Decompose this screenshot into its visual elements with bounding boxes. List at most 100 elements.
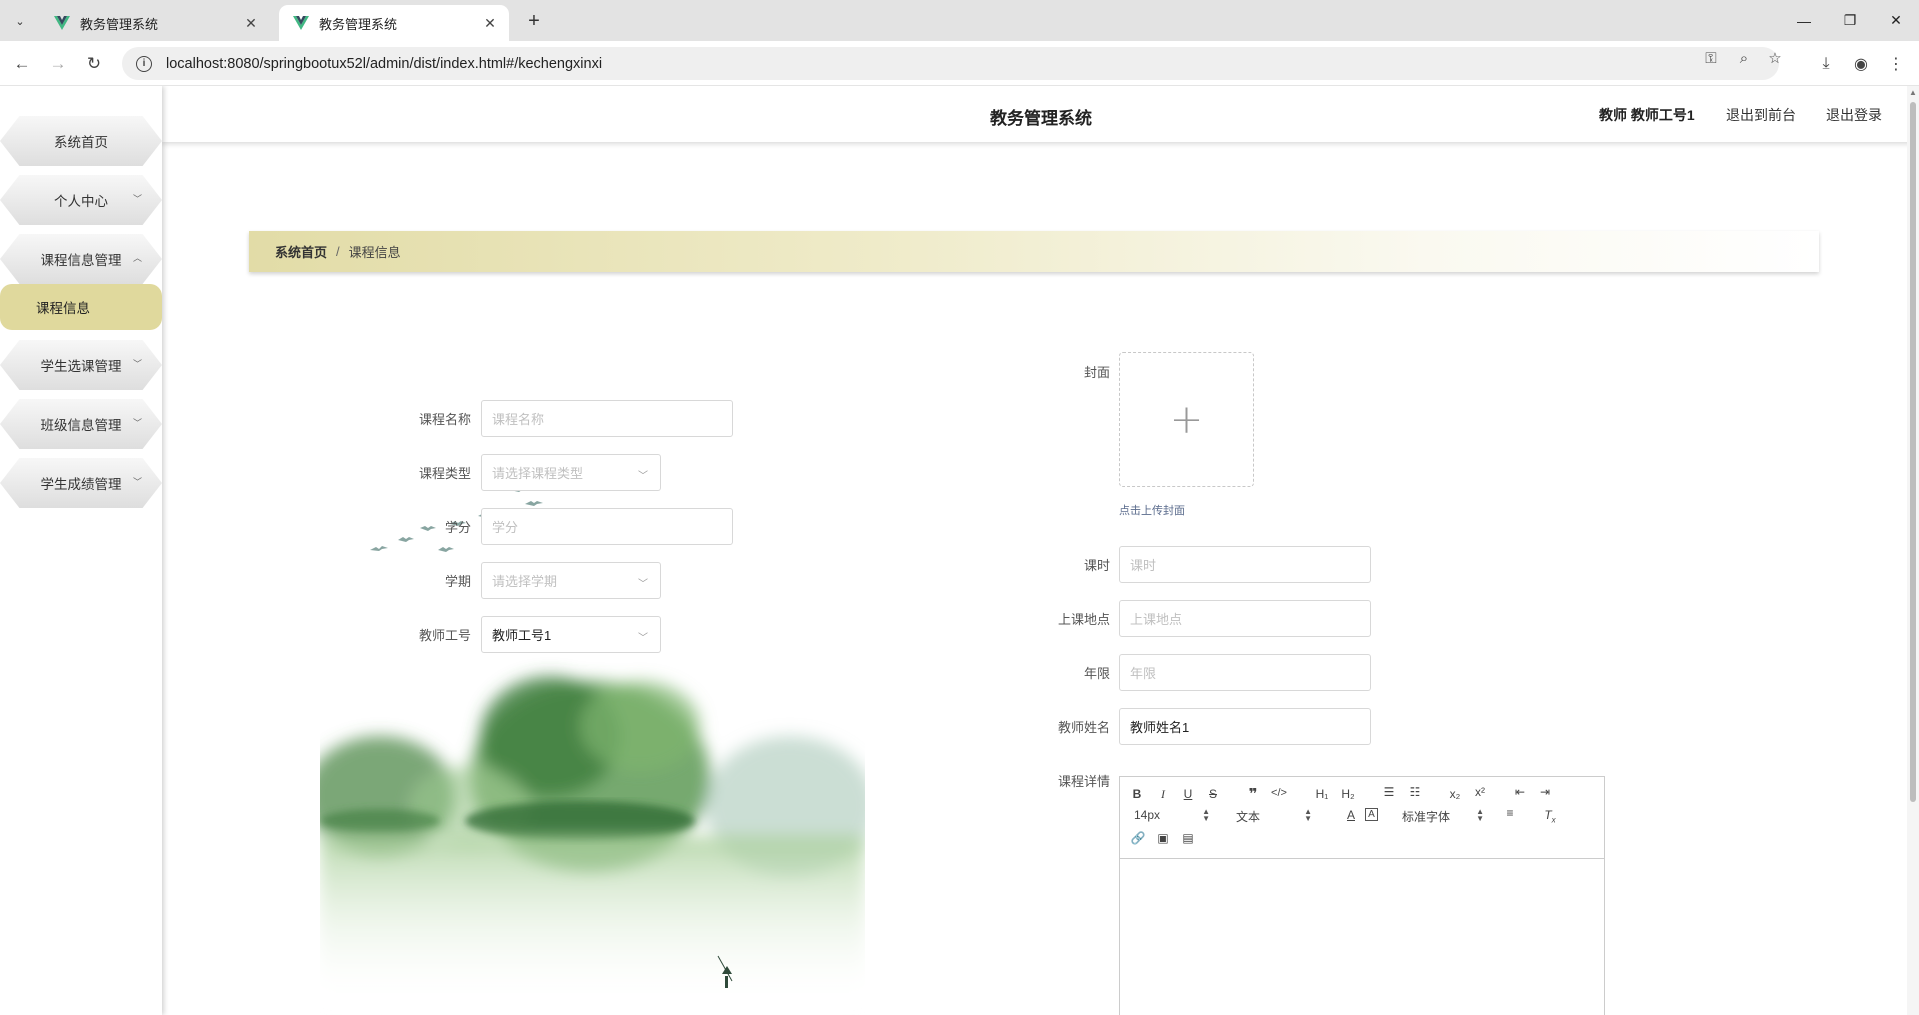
superscript-icon[interactable]: x² xyxy=(1470,785,1490,799)
sidebar-item-label: 系统首页 xyxy=(54,135,108,150)
course-name-placeholder: 课程名称 xyxy=(492,412,545,427)
sidebar-subitem-course-info[interactable]: 课程信息 xyxy=(0,284,162,330)
h1-icon[interactable]: H₁ xyxy=(1312,787,1332,801)
course-type-select[interactable]: 请选择课程类型 ﹀ xyxy=(481,454,661,491)
bold-icon[interactable]: B xyxy=(1127,787,1147,801)
location-input[interactable]: 上课地点 xyxy=(1119,600,1371,637)
code-icon[interactable]: </> xyxy=(1269,787,1289,799)
teacher-id-select[interactable]: 教师工号1 ﹀ xyxy=(481,616,661,653)
text-style-select[interactable]: 文本 ▲ ▼ xyxy=(1236,808,1312,825)
bookmark-star-icon[interactable]: ☆ xyxy=(1766,49,1784,67)
background-color-icon[interactable]: A xyxy=(1365,808,1378,821)
chevron-down-icon: ﹀ xyxy=(638,471,648,482)
indent-icon[interactable]: ⇥ xyxy=(1535,785,1555,799)
tab-title: 教务管理系统 xyxy=(80,16,159,32)
strikethrough-icon[interactable]: S xyxy=(1203,787,1223,801)
restore-icon[interactable]: ❐ xyxy=(1827,0,1873,41)
hours-input[interactable]: 课时 xyxy=(1119,546,1371,583)
course-name-label: 课程名称 xyxy=(418,412,471,427)
system-title: 教务管理系统 xyxy=(990,109,1092,128)
more-menu-icon[interactable]: ⋮ xyxy=(1882,50,1910,78)
chevron-down-icon: ﹀ xyxy=(132,194,142,204)
close-tab-icon[interactable]: ✕ xyxy=(481,15,499,32)
chevron-down-icon: ﹀ xyxy=(132,477,142,487)
italic-icon[interactable]: I xyxy=(1153,787,1173,802)
years-input[interactable]: 年限 xyxy=(1119,654,1371,691)
font-family-select[interactable]: 标准字体 ▲ ▼ xyxy=(1402,808,1484,825)
semester-label: 学期 xyxy=(444,574,471,589)
clear-format-icon[interactable]: Tx xyxy=(1540,808,1560,824)
sidebar-item-personal-center[interactable]: 个人中心 ﹀ xyxy=(0,175,162,225)
page-scrollbar[interactable]: ▲ xyxy=(1907,86,1919,1015)
font-size-select[interactable]: 14px ▲ ▼ xyxy=(1134,807,1210,823)
align-icon[interactable]: ≡ xyxy=(1500,806,1520,820)
sidebar-item-score-management[interactable]: 学生成绩管理 ﹀ xyxy=(0,458,162,508)
outdent-icon[interactable]: ⇤ xyxy=(1510,785,1530,799)
course-name-input[interactable]: 课程名称 xyxy=(481,400,733,437)
logout-link[interactable]: 退出登录 xyxy=(1826,105,1882,125)
font-color-icon[interactable]: A xyxy=(1341,808,1361,822)
close-tab-icon[interactable]: ✕ xyxy=(242,15,260,32)
cover-label: 封面 xyxy=(1083,365,1110,380)
teacher-name-label: 教师姓名 xyxy=(1057,720,1110,735)
site-info-icon[interactable]: i xyxy=(136,55,152,72)
ordered-list-icon[interactable]: ☰ xyxy=(1379,785,1399,799)
h2-icon[interactable]: H₂ xyxy=(1338,787,1358,801)
credit-placeholder: 学分 xyxy=(492,520,519,535)
sidebar-item-label: 学生成绩管理 xyxy=(40,477,122,492)
new-tab-plus-icon[interactable]: + xyxy=(520,8,548,34)
app-page: 系统首页 个人中心 ﹀ 课程信息管理 ︿ 课程信息 学生选课管理 ﹀ 班级信息管… xyxy=(0,86,1919,1015)
ink-landscape-illustration xyxy=(320,481,865,1006)
window-close-icon[interactable]: ✕ xyxy=(1873,0,1919,41)
updown-arrow-icon: ▲ ▼ xyxy=(1202,807,1210,823)
browser-tab-1[interactable]: 教务管理系统 ✕ xyxy=(40,5,270,41)
course-detail-editor: B I U S ❞ </> H₁ H₂ ☰ ☷ x₂ x² ⇤ ⇥ 14px ▲… xyxy=(1119,776,1605,1015)
teacher-name-input[interactable]: 教师姓名1 xyxy=(1119,708,1371,745)
hours-label: 课时 xyxy=(1083,558,1110,573)
reload-icon[interactable]: ↻ xyxy=(80,50,108,78)
cover-upload-area[interactable]: + xyxy=(1119,352,1254,487)
subscript-icon[interactable]: x₂ xyxy=(1445,787,1465,801)
zoom-icon[interactable]: ⌕ xyxy=(1735,49,1753,67)
link-icon[interactable]: 🔗 xyxy=(1128,831,1148,845)
video-icon[interactable]: ▤ xyxy=(1178,831,1198,845)
hours-placeholder: 课时 xyxy=(1130,558,1157,573)
quote-icon[interactable]: ❞ xyxy=(1243,785,1263,803)
teacher-id-value: 教师工号1 xyxy=(492,628,552,643)
back-arrow-icon[interactable]: ← xyxy=(8,50,36,78)
profile-icon[interactable]: ◉ xyxy=(1847,50,1875,78)
vue-favicon-icon xyxy=(293,16,309,30)
underline-icon[interactable]: U xyxy=(1178,787,1198,801)
credit-input[interactable]: 学分 xyxy=(481,508,733,545)
breadcrumb-current: 课程信息 xyxy=(348,245,401,260)
url-text: localhost:8080/springbootux52l/admin/dis… xyxy=(166,55,603,72)
scrollbar-thumb[interactable] xyxy=(1910,102,1916,802)
sidebar-item-course-selection[interactable]: 学生选课管理 ﹀ xyxy=(0,340,162,390)
browser-tab-2[interactable]: 教务管理系统 ✕ xyxy=(279,5,509,41)
tab-list-chevron-icon[interactable]: ⌄ xyxy=(6,8,34,34)
font-size-value: 14px xyxy=(1134,808,1161,822)
sidebar-item-course-management[interactable]: 课程信息管理 ︿ xyxy=(0,234,162,284)
semester-placeholder: 请选择学期 xyxy=(492,574,558,589)
tab-title: 教务管理系统 xyxy=(319,16,398,32)
breadcrumb: 系统首页 / 课程信息 xyxy=(249,231,1819,272)
years-placeholder: 年限 xyxy=(1130,666,1157,681)
scroll-up-arrow-icon[interactable]: ▲ xyxy=(1909,88,1917,97)
exit-to-frontend-link[interactable]: 退出到前台 xyxy=(1726,105,1796,125)
minimize-icon[interactable]: — xyxy=(1781,0,1827,41)
download-icon[interactable]: ⤓ xyxy=(1812,50,1840,78)
image-icon[interactable]: ▣ xyxy=(1153,831,1173,845)
sidebar-item-home[interactable]: 系统首页 xyxy=(0,116,162,166)
updown-arrow-icon: ▲ ▼ xyxy=(1304,807,1312,823)
breadcrumb-home[interactable]: 系统首页 xyxy=(275,242,327,261)
semester-select[interactable]: 请选择学期 ﹀ xyxy=(481,562,661,599)
password-key-icon[interactable]: ⚿ xyxy=(1702,49,1720,67)
text-style-value: 文本 xyxy=(1236,810,1261,824)
sidebar-item-label: 课程信息管理 xyxy=(40,253,122,268)
forward-arrow-icon[interactable]: → xyxy=(44,50,72,78)
bullet-list-icon[interactable]: ☷ xyxy=(1405,785,1425,799)
plus-icon: + xyxy=(1169,396,1204,443)
address-bar[interactable]: i localhost:8080/springbootux52l/admin/d… xyxy=(122,47,1779,80)
sidebar-item-class-management[interactable]: 班级信息管理 ﹀ xyxy=(0,399,162,449)
editor-toolbar: B I U S ❞ </> H₁ H₂ ☰ ☷ x₂ x² ⇤ ⇥ 14px ▲… xyxy=(1120,777,1604,859)
